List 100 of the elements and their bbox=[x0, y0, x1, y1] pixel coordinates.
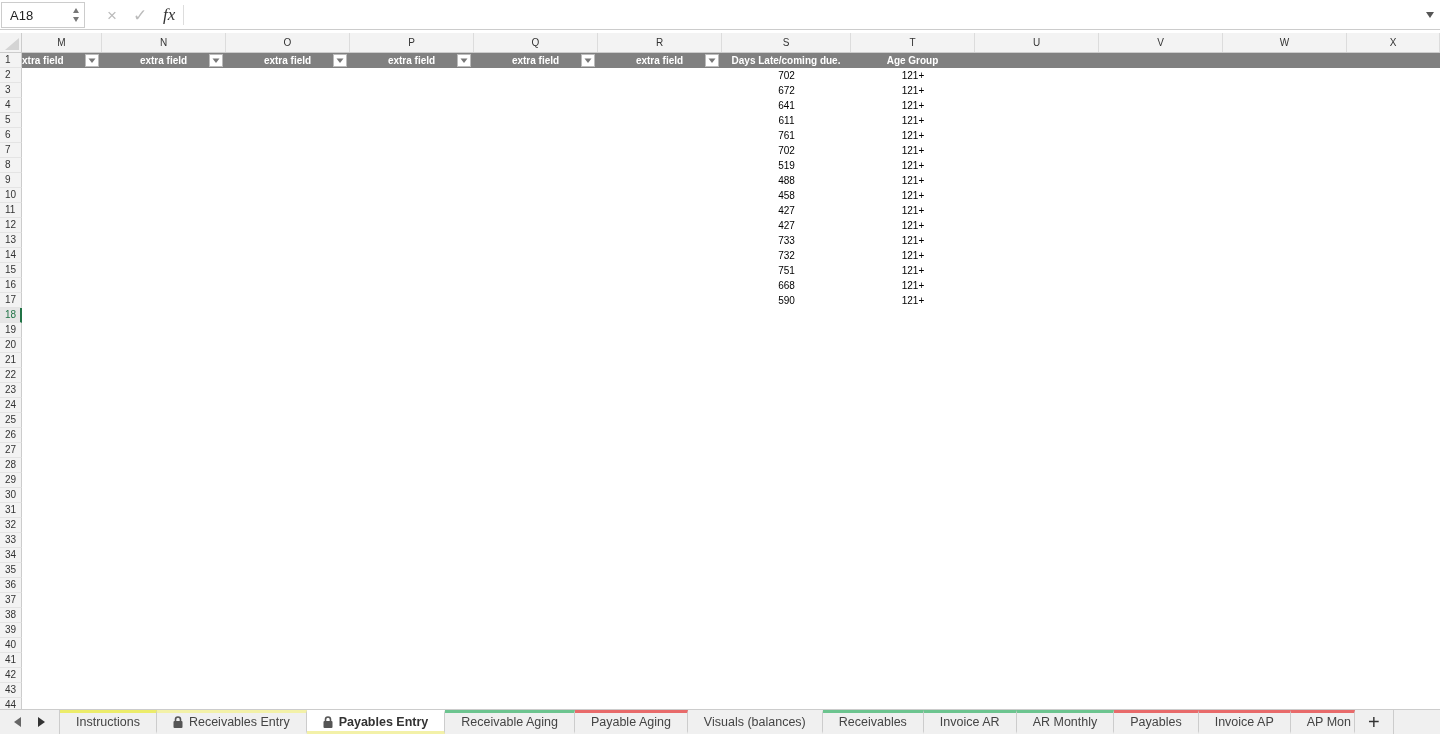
row-header[interactable]: 34 bbox=[0, 548, 22, 563]
filter-button[interactable] bbox=[209, 54, 223, 67]
row-header[interactable]: 30 bbox=[0, 488, 22, 503]
filter-button[interactable] bbox=[705, 54, 719, 67]
header-text: xtra field bbox=[22, 55, 64, 66]
table-cell-text: 590 bbox=[777, 294, 796, 308]
table-cell-text: 121+ bbox=[900, 264, 926, 278]
table-cell-text: 427 bbox=[777, 204, 796, 218]
header-text: extra field bbox=[635, 55, 684, 66]
sheet-tab[interactable]: Payables Entry bbox=[306, 710, 446, 734]
row-header[interactable]: 26 bbox=[0, 428, 22, 443]
lock-icon[interactable] bbox=[172, 716, 183, 728]
sheet-tab[interactable]: Visuals (balances) bbox=[687, 710, 823, 734]
row-header[interactable]: 10 bbox=[0, 188, 22, 203]
row-header[interactable]: 32 bbox=[0, 518, 22, 533]
row-header[interactable]: 43 bbox=[0, 683, 22, 698]
row-header[interactable]: 29 bbox=[0, 473, 22, 488]
sheet-tab[interactable]: Invoice AR bbox=[923, 710, 1017, 734]
row-header[interactable]: 19 bbox=[0, 323, 22, 338]
row-header[interactable]: 11 bbox=[0, 203, 22, 218]
column-header[interactable]: T bbox=[851, 33, 975, 52]
header-text: extra field bbox=[511, 55, 560, 66]
row-header[interactable]: 7 bbox=[0, 143, 22, 158]
column-header[interactable]: S bbox=[722, 33, 851, 52]
row-header[interactable]: 20 bbox=[0, 338, 22, 353]
table-cell-text: 121+ bbox=[900, 114, 926, 128]
filter-button[interactable] bbox=[85, 54, 99, 67]
column-header[interactable]: P bbox=[350, 33, 474, 52]
row-header[interactable]: 42 bbox=[0, 668, 22, 683]
row-header[interactable]: 4 bbox=[0, 98, 22, 113]
filter-button[interactable] bbox=[457, 54, 471, 67]
header-text: extra field bbox=[139, 55, 188, 66]
row-header[interactable]: 39 bbox=[0, 623, 22, 638]
row-header[interactable]: 38 bbox=[0, 608, 22, 623]
row-header[interactable]: 18 bbox=[0, 308, 22, 323]
header-text: Days Late/coming due. bbox=[731, 55, 841, 66]
table-cell-text: 672 bbox=[777, 84, 796, 98]
row-header[interactable]: 17 bbox=[0, 293, 22, 308]
sheet-tab[interactable]: Invoice AP bbox=[1198, 710, 1291, 734]
row-header[interactable]: 16 bbox=[0, 278, 22, 293]
row-header[interactable]: 12 bbox=[0, 218, 22, 233]
dropdown-icon[interactable] bbox=[1426, 12, 1434, 18]
row-header[interactable]: 27 bbox=[0, 443, 22, 458]
column-header[interactable]: W bbox=[1223, 33, 1347, 52]
table-cell-text: 121+ bbox=[900, 144, 926, 158]
row-header[interactable]: 5 bbox=[0, 113, 22, 128]
row-header[interactable]: 22 bbox=[0, 368, 22, 383]
table-cell-text: 519 bbox=[777, 159, 796, 173]
filter-button[interactable] bbox=[581, 54, 595, 67]
sheet-tab[interactable]: AR Monthly bbox=[1016, 710, 1115, 734]
spinner-icon[interactable] bbox=[72, 7, 80, 23]
table-cell-text: 121+ bbox=[900, 84, 926, 98]
row-header[interactable]: 21 bbox=[0, 353, 22, 368]
filter-button[interactable] bbox=[333, 54, 347, 67]
table-cell-text: 121+ bbox=[900, 159, 926, 173]
column-header[interactable]: M bbox=[22, 33, 102, 52]
column-header[interactable]: O bbox=[226, 33, 350, 52]
row-header[interactable]: 2 bbox=[0, 68, 22, 83]
row-header[interactable]: 1 bbox=[0, 53, 22, 68]
row-header[interactable]: 6 bbox=[0, 128, 22, 143]
sheet-tab[interactable]: Payables bbox=[1114, 710, 1199, 734]
row-header[interactable]: 35 bbox=[0, 563, 22, 578]
name-box[interactable]: A18 bbox=[1, 2, 85, 28]
sheet-tab[interactable]: AP Mon bbox=[1290, 710, 1355, 734]
row-header[interactable]: 31 bbox=[0, 503, 22, 518]
row-header[interactable]: 41 bbox=[0, 653, 22, 668]
row-header[interactable]: 24 bbox=[0, 398, 22, 413]
column-header[interactable]: Q bbox=[474, 33, 598, 52]
table-cell-text: 121+ bbox=[900, 234, 926, 248]
column-header[interactable]: U bbox=[975, 33, 1099, 52]
row-header[interactable]: 8 bbox=[0, 158, 22, 173]
column-header[interactable]: N bbox=[102, 33, 226, 52]
row-header[interactable]: 14 bbox=[0, 248, 22, 263]
table-cell-text: 702 bbox=[777, 69, 796, 83]
column-header[interactable]: V bbox=[1099, 33, 1223, 52]
column-header[interactable]: R bbox=[598, 33, 722, 52]
sheet-tab[interactable]: Receivable Aging bbox=[445, 710, 575, 734]
row-header[interactable]: 36 bbox=[0, 578, 22, 593]
sheet-tab[interactable]: Instructions bbox=[60, 710, 157, 734]
row-header[interactable]: 13 bbox=[0, 233, 22, 248]
row-header[interactable]: 33 bbox=[0, 533, 22, 548]
sheet-tab[interactable]: Receivables bbox=[822, 710, 924, 734]
row-header[interactable]: 25 bbox=[0, 413, 22, 428]
row-header[interactable]: 28 bbox=[0, 458, 22, 473]
column-header[interactable]: X bbox=[1347, 33, 1440, 52]
add-sheet-button[interactable]: + bbox=[1354, 710, 1394, 734]
row-header[interactable]: 15 bbox=[0, 263, 22, 278]
sheet-tab[interactable]: Payable Aging bbox=[574, 710, 688, 734]
row-header[interactable]: 3 bbox=[0, 83, 22, 98]
insert-function-button[interactable]: fx bbox=[162, 5, 185, 25]
table-cell-text: 121+ bbox=[900, 129, 926, 143]
row-header[interactable]: 40 bbox=[0, 638, 22, 653]
table-cell-text: 751 bbox=[777, 264, 796, 278]
sheet-tab[interactable]: Receivables Entry bbox=[156, 710, 307, 734]
table-cell-text: 488 bbox=[777, 174, 796, 188]
row-header[interactable]: 9 bbox=[0, 173, 22, 188]
table-cell-text: 121+ bbox=[900, 294, 926, 308]
row-header[interactable]: 23 bbox=[0, 383, 22, 398]
row-header[interactable]: 37 bbox=[0, 593, 22, 608]
lock-icon[interactable] bbox=[322, 716, 333, 728]
